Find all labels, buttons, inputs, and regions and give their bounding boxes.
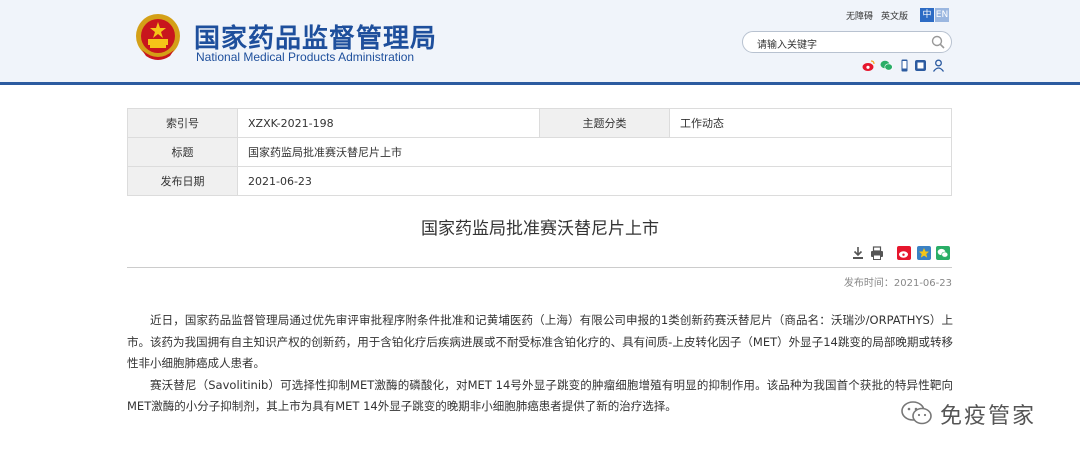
article-title: 国家药监局批准赛沃替尼片上市	[421, 219, 659, 239]
site-header: 国家药品监督管理局 National Medical Products Admi…	[0, 0, 1080, 85]
table-row: 索引号 XZXK-2021-198 主题分类 工作动态	[127, 108, 952, 138]
national-emblem-icon[interactable]	[134, 12, 182, 64]
lang-en-button[interactable]: EN	[935, 8, 949, 22]
print-icon[interactable]	[870, 246, 884, 260]
lang-zh-button[interactable]: 中	[920, 8, 934, 22]
publish-time: 发布时间：2021-06-23	[843, 278, 952, 289]
english-version-link[interactable]: 英文版	[881, 12, 908, 22]
category-value: 工作动态	[669, 108, 952, 138]
mobile-icon[interactable]	[898, 59, 911, 72]
wechat-icon[interactable]	[880, 59, 893, 72]
title-value: 国家药监局批准赛沃替尼片上市	[237, 137, 952, 167]
org-name-en[interactable]: National Medical Products Administration	[196, 50, 414, 64]
accessibility-link[interactable]: 无障碍	[846, 12, 873, 22]
table-row: 发布日期 2021-06-23	[127, 166, 952, 196]
weibo-icon[interactable]	[862, 59, 875, 72]
search-icon[interactable]	[931, 35, 945, 49]
wechat-logo-icon	[901, 401, 932, 425]
title-label: 标题	[127, 137, 238, 167]
app-icon[interactable]	[914, 59, 927, 72]
index-value: XZXK-2021-198	[237, 108, 540, 138]
favorite-star-icon[interactable]	[917, 246, 931, 260]
index-label: 索引号	[127, 108, 238, 138]
paragraph: 近日，国家药品监督管理局通过优先审评审批程序附条件批准和记黄埔医药（上海）有限公…	[127, 313, 953, 371]
paragraph: 赛沃替尼（Savolitinib）可选择性抑制MET激酶的磷酸化，对MET 14…	[127, 377, 953, 414]
divider	[127, 267, 952, 268]
download-icon[interactable]	[851, 246, 865, 260]
watermark-text: 免疫管家	[940, 404, 1037, 429]
search-placeholder: 请输入关键字	[757, 40, 817, 51]
article-body: 近日，国家药品监督管理局通过优先审评审批程序附条件批准和记黄埔医药（上海）有限公…	[127, 310, 953, 418]
wechat-account-watermark: 免疫管家	[900, 398, 1075, 430]
user-icon[interactable]	[932, 59, 945, 72]
category-label: 主题分类	[539, 108, 670, 138]
top-links: 无障碍 英文版	[846, 9, 916, 22]
date-value: 2021-06-23	[237, 166, 952, 196]
share-weibo-icon[interactable]	[897, 246, 911, 260]
table-row: 标题 国家药监局批准赛沃替尼片上市	[127, 137, 952, 167]
document-info-table: 索引号 XZXK-2021-198 主题分类 工作动态 标题 国家药监局批准赛沃…	[127, 108, 952, 196]
date-label: 发布日期	[127, 166, 238, 196]
search-input[interactable]: 请输入关键字	[742, 31, 952, 53]
share-wechat-icon[interactable]	[936, 246, 950, 260]
